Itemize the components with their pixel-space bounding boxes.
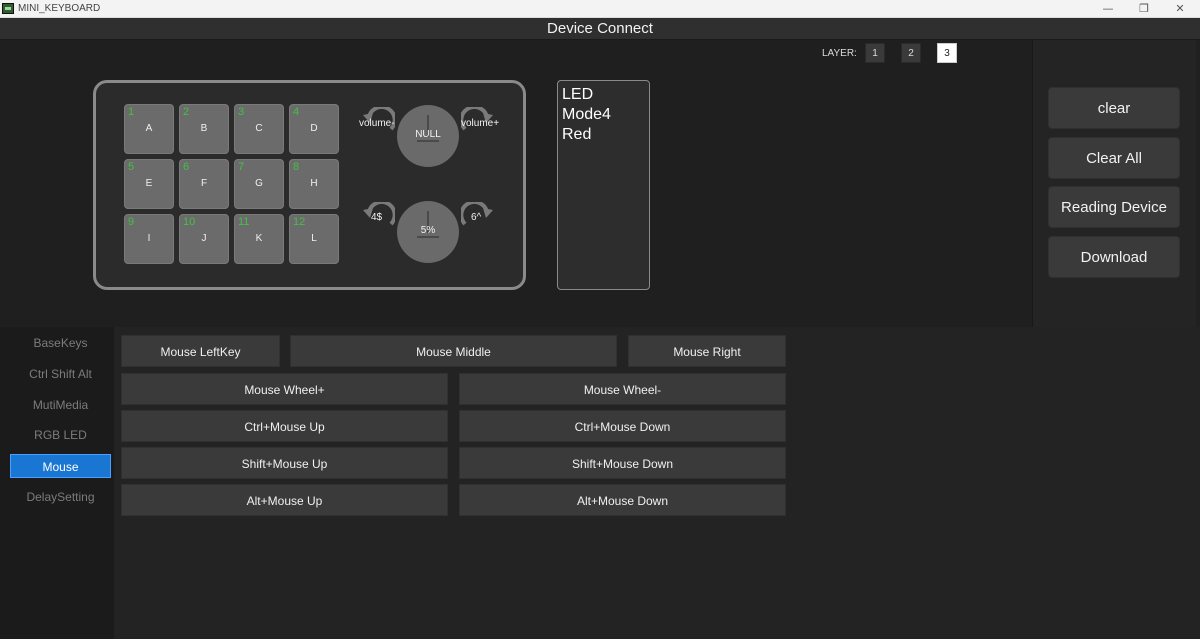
led-line: LED <box>562 86 594 103</box>
key-number: 9 <box>128 216 135 228</box>
key-label: D <box>310 123 318 134</box>
category-sidebar: BaseKeys Ctrl Shift Alt MutiMedia RGB LE… <box>0 327 114 639</box>
key-7[interactable]: 7 G <box>234 159 284 209</box>
ctrl-mouse-up-button[interactable]: Ctrl+Mouse Up <box>121 410 448 442</box>
mouse-leftkey-button[interactable]: Mouse LeftKey <box>121 335 280 367</box>
download-button[interactable]: Download <box>1048 236 1180 278</box>
key-number: 12 <box>293 216 306 228</box>
app-window: MINI_KEYBOARD — ❐ ✕ Device Connect LAYER… <box>0 0 1200 639</box>
nav-item-basekeys[interactable]: BaseKeys <box>10 331 111 355</box>
key-3[interactable]: 3 C <box>234 104 284 154</box>
key-number: 3 <box>238 106 245 118</box>
key-number: 5 <box>128 161 135 173</box>
key-label: H <box>310 178 318 189</box>
key-2[interactable]: 2 B <box>179 104 229 154</box>
key-6[interactable]: 6 F <box>179 159 229 209</box>
actions-panel <box>1032 40 1196 327</box>
nav-item-mouse[interactable]: Mouse <box>10 454 111 478</box>
key-label: I <box>147 233 151 244</box>
header-bar: Device Connect <box>0 18 1200 40</box>
nav-item-ctrl-shift-alt[interactable]: Ctrl Shift Alt <box>10 362 111 386</box>
layer-2-button[interactable]: 2 <box>901 43 921 63</box>
key-11[interactable]: 11 K <box>234 214 284 264</box>
knob-base <box>417 236 439 238</box>
layer-label: LAYER: <box>822 48 857 59</box>
close-button[interactable]: ✕ <box>1164 1 1196 17</box>
key-label: E <box>145 178 153 189</box>
key-4[interactable]: 4 D <box>289 104 339 154</box>
ctrl-mouse-down-button[interactable]: Ctrl+Mouse Down <box>459 410 786 442</box>
reading-device-button[interactable]: Reading Device <box>1048 186 1180 228</box>
nav-item-mutimedia[interactable]: MutiMedia <box>10 393 111 417</box>
knob-2-left-label: 4$ <box>371 212 383 223</box>
knob-2-press-label: 5% <box>420 225 436 236</box>
key-label: F <box>200 178 208 189</box>
shift-mouse-down-button[interactable]: Shift+Mouse Down <box>459 447 786 479</box>
key-label: G <box>255 178 263 189</box>
knob-1-press-label: NULL <box>415 129 441 140</box>
layer-1-button[interactable]: 1 <box>865 43 885 63</box>
maximize-button[interactable]: ❐ <box>1128 1 1160 17</box>
alt-mouse-up-button[interactable]: Alt+Mouse Up <box>121 484 448 516</box>
mouse-wheel-down-button[interactable]: Mouse Wheel- <box>459 373 786 405</box>
key-label: J <box>201 233 207 244</box>
key-label: B <box>200 123 208 134</box>
key-label: A <box>145 123 153 134</box>
layer-3-button[interactable]: 3 <box>937 43 957 63</box>
knob-1[interactable]: NULL <box>397 105 459 167</box>
title-bar: MINI_KEYBOARD — ❐ ✕ <box>0 0 1200 18</box>
key-number: 2 <box>183 106 190 118</box>
knob-1-left-label: volume- <box>359 118 395 129</box>
keyboard-device: 1 A 2 B 3 C 4 D 5 E 6 F 7 G 8 H 9 I 10 J… <box>93 80 526 290</box>
alt-mouse-down-button[interactable]: Alt+Mouse Down <box>459 484 786 516</box>
key-5[interactable]: 5 E <box>124 159 174 209</box>
led-status-box: LED Mode4 Red <box>557 80 650 290</box>
clear-button[interactable]: clear <box>1048 87 1180 129</box>
key-1[interactable]: 1 A <box>124 104 174 154</box>
key-number: 1 <box>128 106 135 118</box>
key-number: 11 <box>238 216 250 228</box>
key-number: 10 <box>183 216 196 228</box>
knob-1-right-label: volume+ <box>461 118 500 129</box>
clear-all-button[interactable]: Clear All <box>1048 137 1180 179</box>
key-number: 8 <box>293 161 300 173</box>
key-label: K <box>255 233 263 244</box>
mouse-actions-panel: Mouse LeftKey Mouse Middle Mouse Right M… <box>114 327 1200 639</box>
mouse-right-button[interactable]: Mouse Right <box>628 335 786 367</box>
key-number: 6 <box>183 161 190 173</box>
led-color: Red <box>562 126 592 143</box>
window-title: MINI_KEYBOARD <box>18 3 101 14</box>
key-12[interactable]: 12 L <box>289 214 339 264</box>
keyboard-app-icon <box>2 3 14 14</box>
minimize-button[interactable]: — <box>1092 1 1124 17</box>
knob-2[interactable]: 5% <box>397 201 459 263</box>
led-mode: Mode4 <box>562 106 611 123</box>
key-8[interactable]: 8 H <box>289 159 339 209</box>
key-label: L <box>311 233 317 244</box>
key-number: 4 <box>293 106 300 118</box>
mouse-middle-button[interactable]: Mouse Middle <box>290 335 617 367</box>
nav-item-rgb-led[interactable]: RGB LED <box>10 423 111 447</box>
key-10[interactable]: 10 J <box>179 214 229 264</box>
nav-item-delaysetting[interactable]: DelaySetting <box>10 485 111 509</box>
key-number: 7 <box>238 161 245 173</box>
key-9[interactable]: 9 I <box>124 214 174 264</box>
knob-2-right-label: 6^ <box>471 212 482 223</box>
knob-base <box>417 140 439 142</box>
mouse-wheel-up-button[interactable]: Mouse Wheel+ <box>121 373 448 405</box>
page-title: Device Connect <box>547 20 653 37</box>
shift-mouse-up-button[interactable]: Shift+Mouse Up <box>121 447 448 479</box>
key-label: C <box>255 123 263 134</box>
